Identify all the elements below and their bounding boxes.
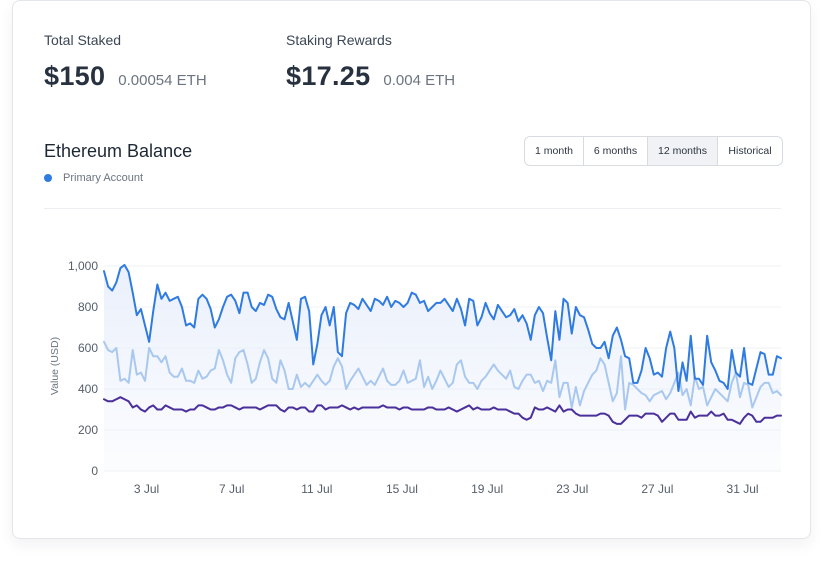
primary-area-fill <box>104 264 781 471</box>
y-axis-title: Value (USD) <box>49 337 61 395</box>
x-tick-label: 15 Jul <box>386 482 418 496</box>
x-tick-label: 11 Jul <box>301 482 332 496</box>
x-tick-label: 7 Jul <box>219 482 244 496</box>
x-tick-label: 27 Jul <box>641 482 673 496</box>
y-tick-label: 1,000 <box>68 259 98 273</box>
x-tick-label: 3 Jul <box>134 482 159 496</box>
y-tick-label: 0 <box>91 464 98 478</box>
ethereum-balance-chart: 0 200 400 600 800 1,000 Value (USD) 3 Jul 7 Jul 1… <box>49 259 782 496</box>
x-tick-label: 19 Jul <box>471 482 503 496</box>
x-tick-label: 31 Jul <box>727 482 759 496</box>
y-tick-label: 800 <box>78 300 98 314</box>
y-tick-label: 200 <box>78 423 98 437</box>
x-tick-label: 23 Jul <box>556 482 588 496</box>
y-tick-label: 400 <box>78 382 98 396</box>
y-tick-label: 600 <box>78 341 98 355</box>
